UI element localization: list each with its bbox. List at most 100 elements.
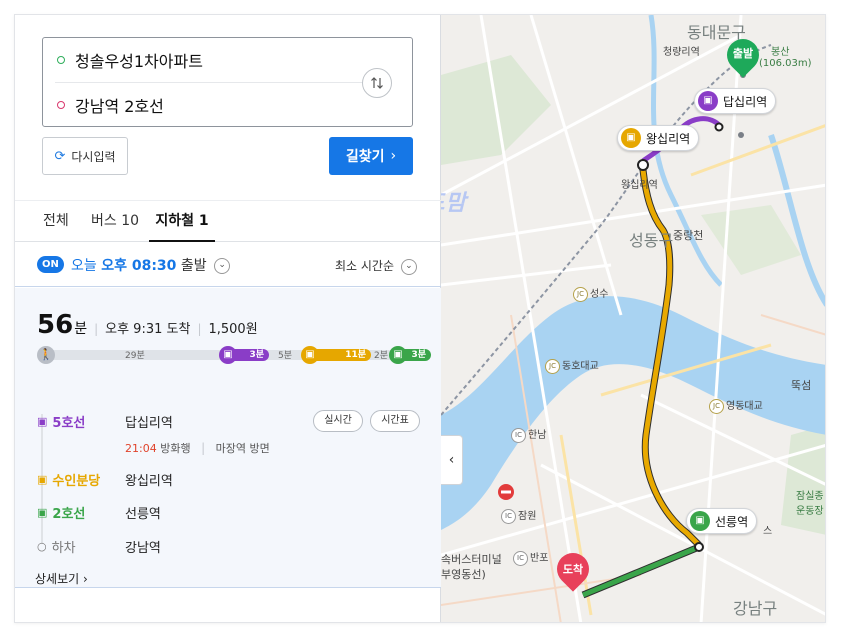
realtime-side: 마장역 방면 — [215, 442, 270, 455]
subway-icon: ▣ — [690, 511, 710, 531]
walk-icon: 🚶 — [37, 346, 55, 364]
tab-bus[interactable]: 버스 10 — [91, 201, 139, 242]
step-line5: ▣ 5호선 답십리역 — [37, 412, 173, 431]
subway-icon: ▣ — [219, 346, 237, 364]
tab-subway[interactable]: 지하철 1 — [149, 201, 215, 242]
alight-icon: ○ — [37, 540, 47, 553]
chevron-down-icon: ⌄ — [214, 258, 231, 274]
destination-text: 강남역 2호선 — [75, 97, 164, 116]
map-label-jungnangcheon: 중랑천 — [673, 229, 704, 242]
departure-time: 오후 08:30 — [101, 258, 177, 274]
jc-icon: JC — [709, 398, 724, 414]
map-label-yeongdong: JC 영동대교 — [709, 397, 763, 414]
app-frame: 청솔우성1차아파트 강남역 2호선 ⟳ 다시입력 길찾기 › 전체 버스 10 … — [14, 14, 826, 623]
destination-field[interactable]: 강남역 2호선 — [43, 83, 363, 127]
map-label-bongsan-height: (106.03m) — [759, 58, 812, 69]
reset-button[interactable]: ⟳ 다시입력 — [42, 137, 128, 175]
swap-icon — [371, 77, 383, 89]
reset-label: 다시입력 — [71, 149, 116, 164]
tab-all[interactable]: 전체 — [43, 201, 69, 242]
origin-field[interactable]: 청솔우성1차아파트 — [43, 38, 363, 82]
seongsu-text: 성수 — [590, 289, 609, 300]
subway-icon: ▣ — [389, 346, 407, 364]
dongho-text: 동호대교 — [562, 361, 599, 372]
separator: | — [201, 441, 206, 455]
map-label-jamwon: IC 잠원 — [501, 507, 536, 524]
route-time-bar: 🚶 29분 3분 ▣ 5분 11분 ▣ 2분 3분 ▣ — [37, 346, 431, 364]
timetable-button[interactable]: 시간표 — [370, 410, 420, 432]
subway-icon: ▣ — [37, 506, 48, 519]
subway-icon: ▣ — [37, 415, 48, 428]
marker-seolleung-label: 선릉역 — [715, 514, 749, 529]
route-panel: 청솔우성1차아파트 강남역 2호선 ⟳ 다시입력 길찾기 › 전체 버스 10 … — [15, 15, 441, 622]
marker-wangsimni[interactable]: ▣ 왕십리역 — [617, 125, 700, 151]
collapse-panel-button[interactable]: ‹ — [441, 435, 463, 485]
end-pin-label: 도착 — [562, 563, 584, 576]
step-station: 강남역 — [125, 541, 161, 556]
marker-seolleung[interactable]: ▣ 선릉역 — [686, 508, 758, 534]
realtime-info: 21:04 방화행 | 마장역 방면 — [125, 440, 270, 456]
walk-time: 29분 — [125, 351, 145, 361]
map-label-seongsu: JC 성수 — [573, 285, 608, 302]
step-line-name: 5호선 — [52, 416, 86, 431]
ic-icon: IC — [511, 427, 526, 443]
route-result-card[interactable]: 56 분 | 오후 9:31 도착 | 1,500원 🚶 29분 3분 ▣ 5분… — [15, 288, 441, 588]
sort-selector[interactable]: 최소 시간순 ⌄ — [335, 257, 417, 275]
jc-icon: JC — [573, 286, 588, 302]
step-line2: ▣ 2호선 선릉역 — [37, 503, 161, 522]
jamwon-text: 잠원 — [518, 511, 537, 522]
departure-row: ON 오늘 오후 08:30 출발 ⌄ 최소 시간순 ⌄ — [15, 243, 441, 287]
chevron-left-icon: ‹ — [448, 452, 455, 468]
route-input-box: 청솔우성1차아파트 강남역 2호선 — [42, 37, 413, 127]
realtime-time: 21:04 — [125, 442, 157, 455]
wait-time: 5분 — [278, 351, 293, 361]
marker-dapsimni-label: 답십리역 — [723, 94, 768, 109]
sort-label: 최소 시간순 — [335, 259, 395, 273]
departure-today: 오늘 — [71, 258, 97, 274]
destination-dot-icon — [57, 101, 65, 109]
origin-dot-icon — [57, 56, 65, 64]
map-label-ttukseom: 뚝섬 — [791, 379, 812, 392]
ic-icon: IC — [501, 508, 516, 524]
jc-icon: JC — [545, 358, 560, 374]
chevron-right-icon: › — [390, 148, 397, 164]
ic-icon: IC — [513, 550, 528, 566]
find-route-label: 길찾기 — [345, 149, 385, 165]
subway-icon: ▣ — [301, 346, 319, 364]
map-label-s: 스 — [763, 526, 773, 537]
map-label-dongho: JC 동호대교 — [545, 357, 599, 374]
subway-icon: ▣ — [621, 128, 641, 148]
route-summary: 56 분 | 오후 9:31 도착 | 1,500원 — [37, 310, 258, 340]
origin-text: 청솔우성1차아파트 — [75, 52, 203, 71]
arrival-time: 오후 9:31 도착 — [105, 322, 191, 337]
step-suin: ▣ 수인분당 왕십리역 — [37, 470, 173, 489]
find-route-button[interactable]: 길찾기 › — [329, 137, 413, 175]
start-pin-label: 출발 — [732, 47, 754, 60]
subway-icon: ▣ — [698, 91, 718, 111]
separator: | — [197, 322, 202, 336]
step-line-name: 2호선 — [52, 507, 86, 522]
separator: | — [94, 322, 99, 336]
map-label-wangsimni: 왕십리역 — [621, 180, 658, 191]
map-label-jamsil-2: 운동장 — [796, 506, 824, 517]
result-tabs: 전체 버스 10 지하철 1 — [15, 200, 441, 242]
detail-link[interactable]: 상세보기 › — [35, 570, 88, 587]
detail-label: 상세보기 — [35, 572, 80, 586]
marker-dapsimni[interactable]: ▣ 답십리역 — [694, 88, 777, 114]
on-badge[interactable]: ON — [37, 256, 64, 273]
banpo-text: 반포 — [530, 553, 549, 564]
chevron-right-icon: › — [83, 572, 88, 586]
wait-time-2: 2분 — [374, 351, 389, 361]
step-line-name: 하차 — [51, 541, 76, 556]
realtime-button[interactable]: 실시간 — [313, 410, 363, 432]
minutes-unit: 분 — [74, 321, 88, 337]
map-label-gangnam: 강남구 — [733, 599, 778, 618]
realtime-direction: 방화행 — [160, 442, 191, 455]
map-label-banpo: IC 반포 — [513, 549, 548, 566]
map-label-bus-terminal: 속버스터미널 — [441, 553, 502, 566]
map-label-bongsan: 봉산 — [771, 47, 790, 58]
swap-button[interactable] — [362, 68, 392, 98]
departure-time-selector[interactable]: 오늘 오후 08:30 출발 ⌄ — [71, 255, 231, 275]
map-view[interactable]: 동대문구 청량리역 봉산 (106.03m) 왕십리역 성동구 중랑천 JC 성수… — [441, 15, 825, 622]
step-station: 답십리역 — [125, 416, 173, 431]
